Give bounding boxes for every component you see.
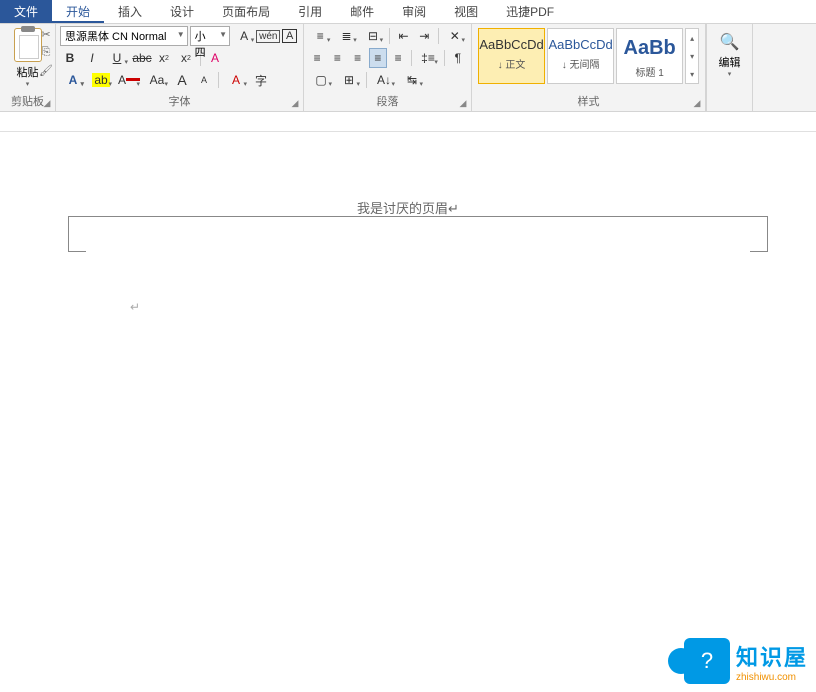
paste-label: 粘贴 — [17, 64, 39, 80]
align-left-button[interactable]: ≡ — [308, 48, 326, 68]
watermark: ? 知识屋 zhishiwu.com — [684, 638, 808, 684]
font-group-label: 字体 — [56, 91, 303, 111]
font-size-value: 小四 — [195, 31, 206, 59]
style-nospacing[interactable]: AaBbCcDd ↓ 无间隔 — [547, 28, 614, 84]
group-font: 思源黑体 CN Normal ▼ 小四 ▼ A wén A B I U abc … — [56, 24, 304, 111]
tabs-button[interactable]: ↹ — [399, 70, 425, 90]
cut-icon[interactable]: ✂ — [39, 28, 53, 42]
tab-home[interactable]: 开始 — [52, 0, 104, 23]
tab-pdf[interactable]: 迅捷PDF — [492, 0, 568, 23]
header-margin-right — [750, 216, 768, 252]
style-preview: AaBbCcDd — [548, 29, 613, 56]
header-underline — [68, 216, 768, 217]
tab-view[interactable]: 视图 — [440, 0, 492, 23]
boxed-a-label: A — [282, 29, 297, 43]
style-normal[interactable]: AaBbCcDd ↓ 正文 — [478, 28, 545, 84]
style-heading1[interactable]: AaBb 标题 1 — [616, 28, 683, 84]
tab-layout[interactable]: 页面布局 — [208, 0, 284, 23]
sort-button[interactable]: A↓ — [371, 70, 397, 90]
style-name: 标题 1 — [617, 64, 682, 79]
align-right-button[interactable]: ≡ — [349, 48, 367, 68]
align-center-button[interactable]: ≡ — [328, 48, 346, 68]
watermark-main: 知识屋 — [736, 640, 808, 672]
tab-review[interactable]: 审阅 — [388, 0, 440, 23]
phonetic-guide-button[interactable]: wén — [258, 26, 278, 46]
tab-design[interactable]: 设计 — [156, 0, 208, 23]
style-gallery: AaBbCcDd ↓ 正文 AaBbCcDd ↓ 无间隔 AaBb 标题 1 ▴… — [476, 26, 701, 86]
font-color-button[interactable]: A — [116, 70, 142, 90]
decrease-indent-button[interactable]: ⇤ — [394, 26, 413, 46]
group-edit: 🔍 编辑 ▾ — [707, 24, 753, 111]
pinyin-label: wén — [256, 30, 280, 43]
bold-button[interactable]: B — [60, 48, 80, 68]
shrink-font-button[interactable]: A — [194, 70, 214, 90]
ruler — [0, 112, 816, 132]
bullets-button[interactable]: ≡ — [308, 26, 332, 46]
increase-indent-button[interactable]: ⇥ — [415, 26, 434, 46]
group-clipboard: 粘贴 ▾ ✂ ⎘ 🖌 剪贴板 ◢ — [0, 24, 56, 111]
copy-icon[interactable]: ⎘ — [39, 46, 53, 60]
strikethrough-button[interactable]: abc — [132, 48, 152, 68]
font-name-combo[interactable]: 思源黑体 CN Normal ▼ — [60, 26, 188, 46]
tab-file[interactable]: 文件 — [0, 0, 52, 23]
watermark-badge-icon: ? — [684, 638, 730, 684]
line-spacing-button[interactable]: ‡≡ — [416, 48, 440, 68]
group-styles: AaBbCcDd ↓ 正文 AaBbCcDd ↓ 无间隔 AaBb 标题 1 ▴… — [472, 24, 706, 111]
gallery-more-button[interactable]: ▴▾▾ — [685, 28, 699, 84]
chevron-down-icon: ▼ — [177, 30, 185, 39]
styles-launcher[interactable]: ◢ — [691, 97, 703, 109]
shading-button[interactable]: ▢ — [308, 70, 334, 90]
ribbon: 粘贴 ▾ ✂ ⎘ 🖌 剪贴板 ◢ 思源黑体 CN Normal ▼ 小四 ▼ A… — [0, 24, 816, 112]
paragraph-launcher[interactable]: ◢ — [457, 97, 469, 109]
numbering-button[interactable]: ≣ — [334, 26, 358, 46]
clear-formatting-button[interactable]: A — [205, 48, 225, 68]
style-name: ↓ 正文 — [479, 56, 544, 71]
enclose-char-button[interactable]: A — [223, 70, 249, 90]
paragraph-group-label: 段落 — [304, 91, 471, 111]
page-header-text[interactable]: 我是讨厌的页眉↵ — [0, 198, 816, 217]
font-size-combo[interactable]: 小四 ▼ — [190, 26, 230, 46]
show-marks-button[interactable]: ¶ — [449, 48, 467, 68]
chevron-down-icon: ▼ — [219, 30, 227, 39]
highlight-button[interactable]: ab — [88, 70, 114, 90]
text-effects-button[interactable]: A — [60, 70, 86, 90]
format-painter-icon[interactable]: 🖌 — [39, 64, 53, 78]
change-case-button[interactable]: Aa — [144, 70, 170, 90]
style-preview: AaBbCcDd — [479, 29, 544, 56]
char-shading-button[interactable]: 字 — [251, 70, 271, 90]
group-paragraph: ≡ ≣ ⊟ ⇤ ⇥ ✕ ≡ ≡ ≡ ≡ ≡ ‡≡ ¶ ▢ ⊞ A↓ ↹ 段落 — [304, 24, 472, 111]
tab-mail[interactable]: 邮件 — [336, 0, 388, 23]
font-launcher[interactable]: ◢ — [289, 97, 301, 109]
borders-button[interactable]: ⊞ — [336, 70, 362, 90]
style-name: ↓ 无间隔 — [548, 56, 613, 71]
edit-label[interactable]: 编辑 — [711, 54, 748, 70]
find-icon[interactable]: 🔍 — [711, 26, 748, 54]
style-preview: AaBb — [617, 29, 682, 64]
superscript-button[interactable]: x2 — [176, 48, 196, 68]
underline-button[interactable]: U — [104, 48, 130, 68]
watermark-sub: zhishiwu.com — [736, 672, 808, 683]
tab-references[interactable]: 引用 — [284, 0, 336, 23]
italic-button[interactable]: I — [82, 48, 102, 68]
grow-font-button[interactable]: A — [232, 26, 256, 46]
document-area[interactable]: 我是讨厌的页眉↵ ↵ ? 知识屋 zhishiwu.com — [0, 132, 816, 692]
asian-layout-button[interactable]: ✕ — [443, 26, 467, 46]
font-name-value: 思源黑体 CN Normal — [65, 31, 166, 43]
clipboard-launcher[interactable]: ◢ — [41, 97, 53, 109]
tab-insert[interactable]: 插入 — [104, 0, 156, 23]
character-border-button[interactable]: A — [280, 26, 299, 46]
menu-tabs: 文件 开始 插入 设计 页面布局 引用 邮件 审阅 视图 迅捷PDF — [0, 0, 816, 24]
subscript-button[interactable]: x2 — [154, 48, 174, 68]
multilevel-button[interactable]: ⊟ — [361, 26, 385, 46]
grow-font-button2[interactable]: A — [172, 70, 192, 90]
header-margin-left — [68, 216, 86, 252]
distribute-button[interactable]: ≡ — [389, 48, 407, 68]
styles-group-label: 样式 — [472, 91, 705, 111]
paste-icon — [14, 28, 42, 62]
paragraph-mark: ↵ — [130, 300, 140, 314]
justify-button[interactable]: ≡ — [369, 48, 387, 68]
